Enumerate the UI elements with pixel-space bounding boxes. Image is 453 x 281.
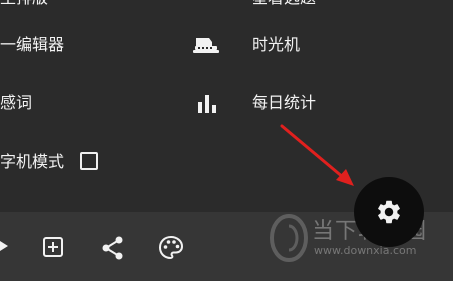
menu-item-sensitive-words-label[interactable]: 感词 [0,93,32,113]
menu-item-typewriter-mode-label[interactable]: 字机模式 [0,152,64,172]
menu-item-daily-stats-label[interactable]: 每日统计 [252,93,316,113]
watermark-logo-icon [269,213,309,263]
palette-icon[interactable] [158,235,184,261]
menu-item-time-machine-label[interactable]: 时光机 [252,35,300,55]
add-box-icon[interactable] [42,236,64,258]
settings-gear-icon [378,200,400,224]
typewriter-icon[interactable] [191,34,221,56]
red-annotation-arrow [280,124,354,186]
menu-item-editor-label[interactable]: 一编辑器 [0,35,64,55]
menu-item-top-left-label[interactable]: 主排版 [0,0,48,8]
typewriter-mode-checkbox[interactable] [80,152,98,170]
watermark-url: www.downxia.com [314,244,417,257]
partial-arrow-icon[interactable] [0,237,10,255]
menu-item-top-right-label[interactable]: 星着选题 [252,0,316,8]
share-icon[interactable] [100,235,126,261]
bar-chart-icon[interactable] [196,92,218,114]
settings-fab-button[interactable] [354,177,424,247]
app-screen: 主排版 星着选题 一编辑器 时光机 感词 每日统计 字机模式 [0,0,453,281]
